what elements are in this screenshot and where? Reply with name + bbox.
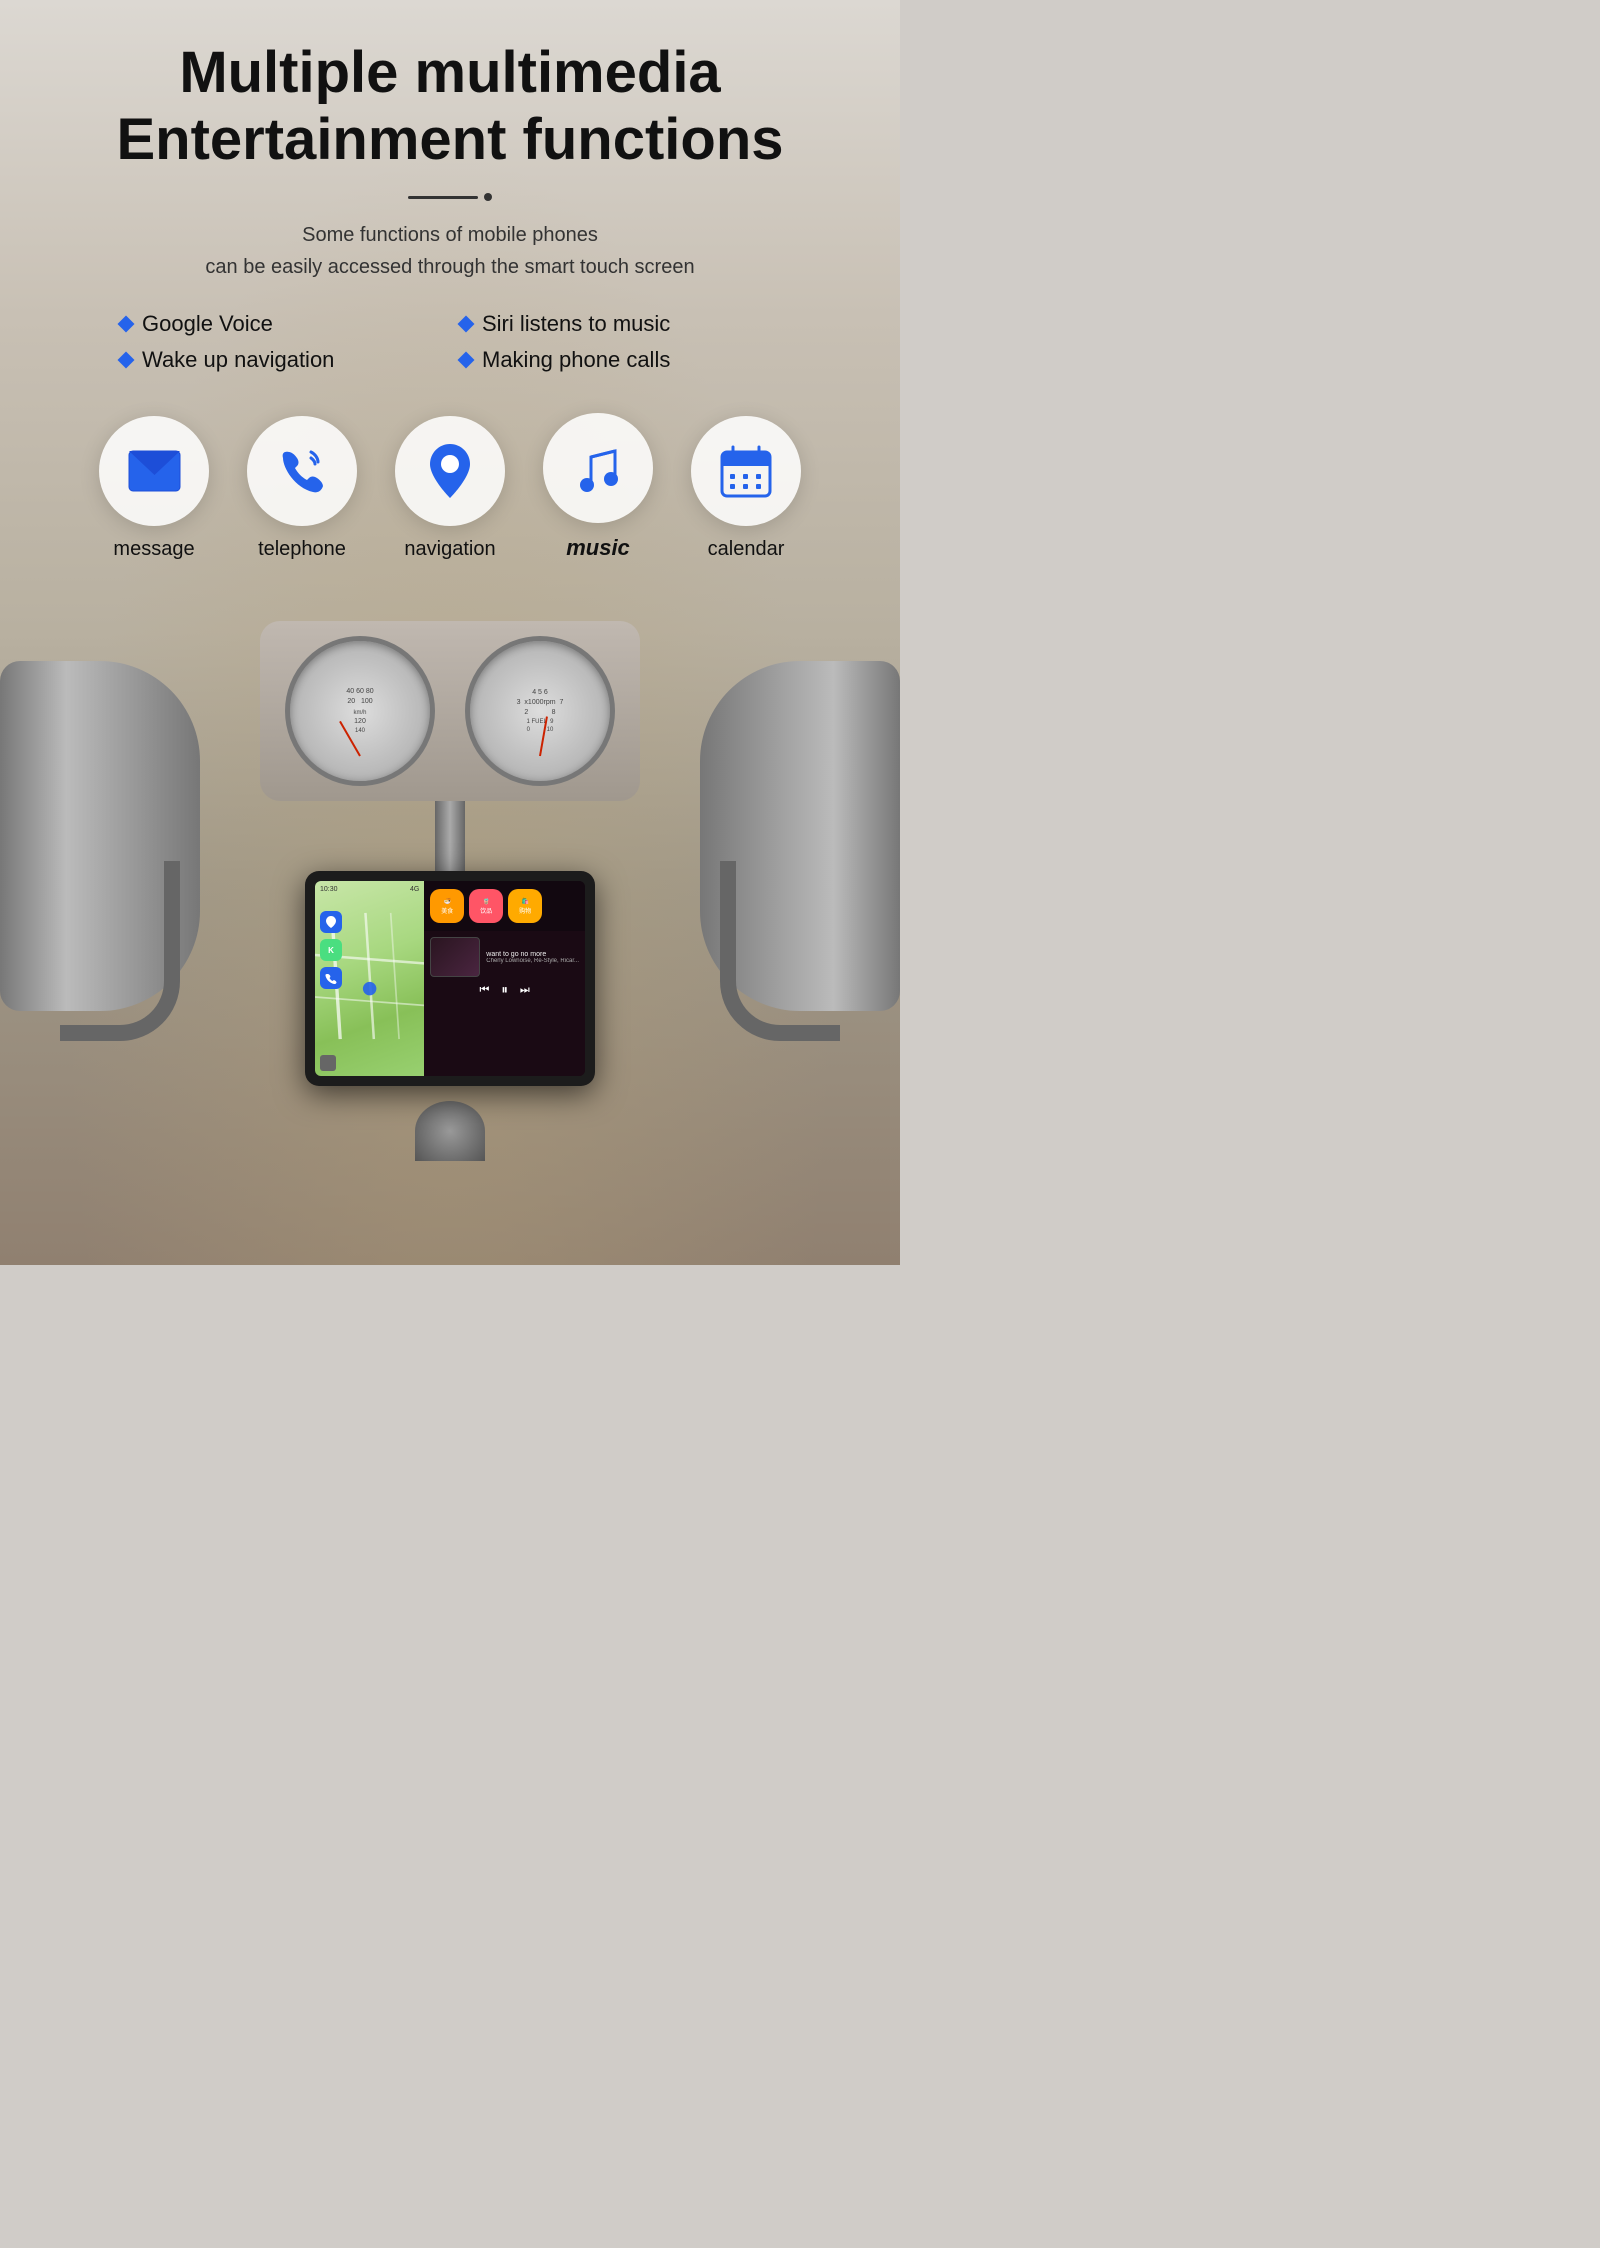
icon-item-telephone: telephone [247,416,357,561]
telephone-icon [275,444,330,499]
feature-siri-music: Siri listens to music [460,311,780,337]
icon-label-navigation: navigation [404,538,495,561]
divider [60,193,840,201]
shopping-app-icon: 🛍️ 购物 [508,889,542,923]
feature-phone-calls: Making phone calls [460,347,780,373]
phone-app-icon [320,967,342,989]
device-mount: 10:30 4G [305,871,595,1086]
icons-row: message telephone [60,413,840,561]
bullet-diamond [118,316,135,333]
device-body: 10:30 4G [305,871,595,1086]
maps-app-icon [320,911,342,933]
feature-label: Wake up navigation [142,347,334,373]
divider-line [408,196,478,199]
icon-label-telephone: telephone [258,538,346,561]
feature-navigation: Wake up navigation [120,347,440,373]
content-area: Multiple multimedia Entertainment functi… [0,0,900,561]
divider-dot [484,193,492,201]
screen-map-panel: 10:30 4G [315,881,424,1076]
features-list: Google Voice Siri listens to music Wake … [100,311,800,373]
navigation-icon [425,442,475,500]
app-icons-top: 🍜 美食 🧋 饮品 🛍️ 购物 [424,881,585,931]
message-icon [127,449,182,493]
drinks-app-icon: 🧋 饮品 [469,889,503,923]
rpm-gauge: 4 5 6 3 x1000rpm 7 2 8 1 FUEL 9 0 10 [465,636,615,786]
bullet-diamond [118,352,135,369]
music-cover-art [430,937,480,977]
device-time: 10:30 [320,886,338,893]
calendar-icon [719,444,773,498]
speedometer-gauge: 40 60 80 20 100 km/h 120 140 [285,636,435,786]
maps-icon [324,915,338,929]
icon-circle-calendar [691,416,801,526]
handlebar-stem [435,801,465,881]
shopping-label: 购物 [519,906,531,915]
icon-item-message: message [99,416,209,561]
icon-label-calendar: calendar [708,538,785,561]
icon-circle-navigation [395,416,505,526]
speedometer-label: 40 60 80 20 100 km/h 120 140 [346,687,373,735]
phone-small-icon [325,972,337,984]
food-app-icon: 🍜 美食 [430,889,464,923]
music-title: want to go no more [486,951,579,958]
handlebar-inner-left [60,861,180,1041]
bullet-diamond [458,352,475,369]
screen-right-panel: 🍜 美食 🧋 饮品 🛍️ 购物 [424,881,585,1076]
feature-label: Google Voice [142,311,273,337]
music-info: want to go no more Cherly Lownoise, Re-S… [430,937,579,977]
icon-item-calendar: calendar [691,416,801,561]
grid-icon [320,1055,336,1071]
icon-item-navigation: navigation [395,416,505,561]
title-line1: Multiple multimedia [179,40,720,105]
music-controls: ⏮ ⏸ ⏭ [430,982,579,998]
music-icon [571,441,626,496]
device-signal: 4G [410,886,419,893]
feature-google-voice: Google Voice [120,311,440,337]
subtitle-line1: Some functions of mobile phones [302,224,598,246]
bullet-diamond [458,316,475,333]
main-title: Multiple multimedia Entertainment functi… [60,40,840,173]
music-artist: Cherly Lownoise, Re-Style, Ricar... [486,958,579,964]
handlebar-inner-right [720,861,840,1041]
feature-label: Making phone calls [482,347,670,373]
music-player: want to go no more Cherly Lownoise, Re-S… [424,931,585,1076]
subtitle-line2: can be easily accessed through the smart… [205,256,694,278]
food-label: 美食 [441,906,453,915]
icon-item-music: music [543,413,653,561]
feature-label: Siri listens to music [482,311,670,337]
gauge-cluster: 40 60 80 20 100 km/h 120 140 4 5 6 3 x10… [260,621,640,801]
device-section: 40 60 80 20 100 km/h 120 140 4 5 6 3 x10… [0,581,900,1161]
device-screen: 10:30 4G [315,881,585,1076]
k-app-icon: K [320,939,342,961]
bottom-app-grid [320,1055,419,1071]
icon-label-message: message [113,538,194,561]
music-text: want to go no more Cherly Lownoise, Re-S… [486,951,579,964]
play-pause-button[interactable]: ⏸ [501,982,508,998]
icon-circle-message [99,416,209,526]
title-line2: Entertainment functions [116,107,783,172]
front-navigation [415,1101,485,1161]
icon-circle-telephone [247,416,357,526]
icon-circle-music [543,413,653,523]
icon-label-music: music [566,535,630,561]
prev-button[interactable]: ⏮ [479,984,489,997]
app-icons-left: K [320,911,342,989]
drinks-label: 饮品 [480,906,492,915]
subtitle: Some functions of mobile phones can be e… [60,219,840,283]
page-container: Multiple multimedia Entertainment functi… [0,0,900,1265]
rpm-label: 4 5 6 3 x1000rpm 7 2 8 1 FUEL 9 0 10 [517,688,564,734]
screen-status-bar: 10:30 4G [320,886,419,893]
next-button[interactable]: ⏭ [520,984,530,997]
